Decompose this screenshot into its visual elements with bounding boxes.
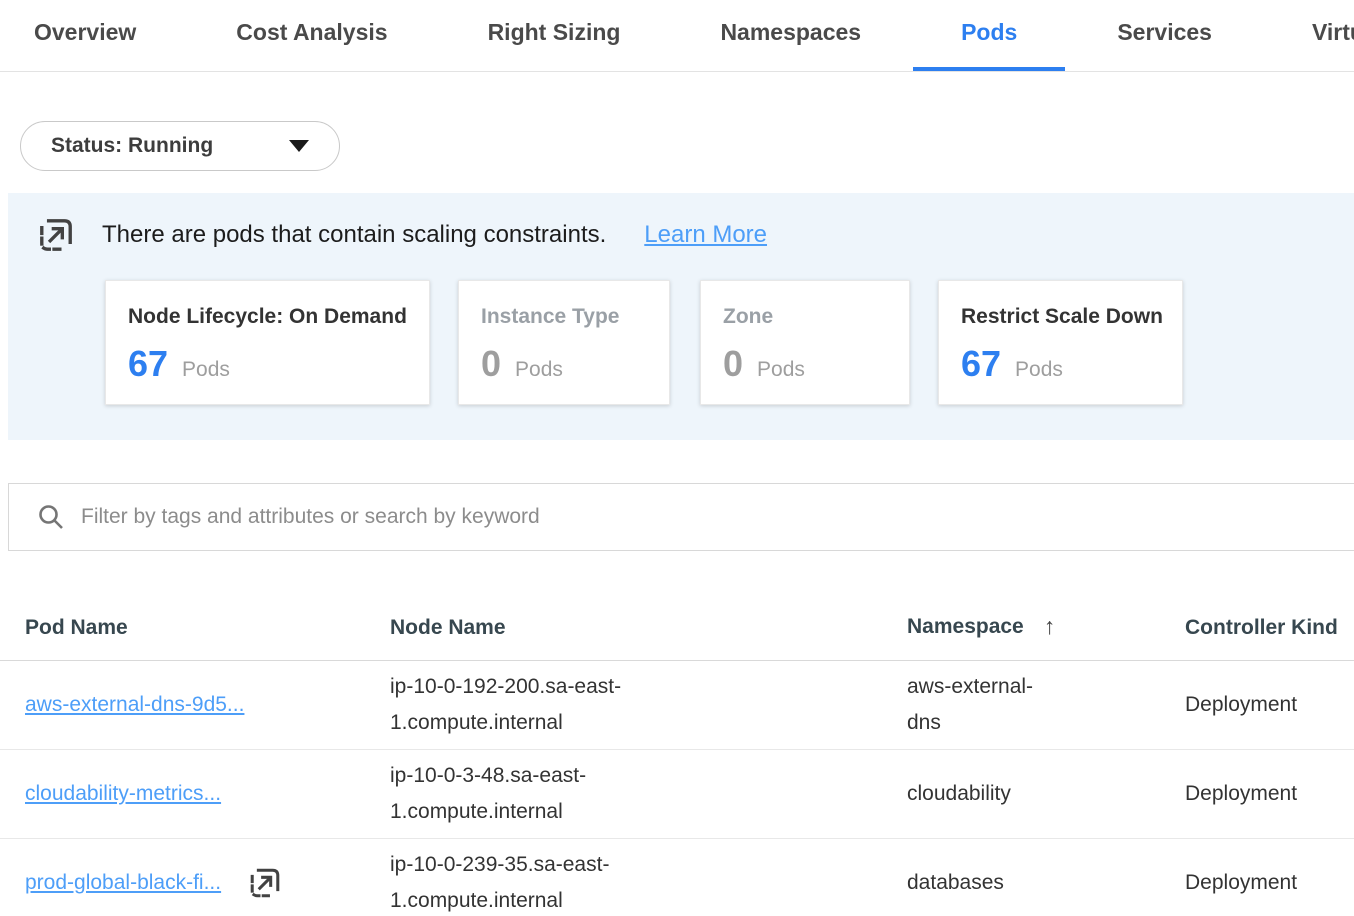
status-filter-label: Status: Running bbox=[51, 134, 213, 158]
card-unit-label: Pods bbox=[182, 358, 230, 382]
filter-search-bar bbox=[8, 483, 1354, 551]
tab-virtu[interactable]: Virtu bbox=[1312, 0, 1354, 71]
scale-out-icon bbox=[36, 215, 76, 255]
column-header-node-name[interactable]: Node Name bbox=[390, 616, 907, 640]
node-name-cell: ip-10-0-239-35.sa-east-1.compute.interna… bbox=[390, 839, 907, 916]
tab-pods[interactable]: Pods bbox=[961, 0, 1017, 71]
controller-kind-cell: Deployment bbox=[1185, 857, 1354, 909]
constraint-card[interactable]: Restrict Scale Down 67 Pods bbox=[938, 280, 1183, 405]
status-filter-dropdown[interactable]: Status: Running bbox=[20, 121, 340, 171]
scale-out-icon bbox=[247, 865, 283, 901]
card-title: Node Lifecycle: On Demand bbox=[128, 305, 409, 329]
card-pod-count: 0 bbox=[723, 343, 743, 385]
namespace-cell: aws-external-dns bbox=[907, 661, 1185, 749]
tab-right-sizing[interactable]: Right Sizing bbox=[488, 0, 621, 71]
table-header-row: Pod Name Node Name Namespace ↑ Controlle… bbox=[0, 553, 1354, 661]
table-row: aws-external-dns-9d5... ip-10-0-192-200.… bbox=[0, 661, 1354, 750]
controller-kind-cell: Deployment bbox=[1185, 679, 1354, 731]
card-title: Restrict Scale Down bbox=[961, 305, 1162, 329]
column-header-namespace[interactable]: Namespace ↑ bbox=[907, 613, 1185, 640]
tab-namespaces[interactable]: Namespaces bbox=[720, 0, 861, 71]
column-header-controller-kind[interactable]: Controller Kind bbox=[1185, 616, 1354, 640]
learn-more-link[interactable]: Learn More bbox=[644, 221, 767, 249]
card-unit-label: Pods bbox=[515, 358, 563, 382]
card-title: Zone bbox=[723, 305, 889, 329]
tab-cost-analysis[interactable]: Cost Analysis bbox=[236, 0, 387, 71]
card-unit-label: Pods bbox=[757, 358, 805, 382]
tab-services[interactable]: Services bbox=[1117, 0, 1212, 71]
column-header-pod-name[interactable]: Pod Name bbox=[25, 616, 390, 640]
pod-name-link[interactable]: cloudability-metrics... bbox=[25, 776, 221, 812]
controller-kind-cell: Deployment bbox=[1185, 768, 1354, 820]
card-pod-count: 67 bbox=[961, 343, 1001, 385]
search-icon bbox=[37, 503, 65, 531]
banner-message: There are pods that contain scaling cons… bbox=[102, 221, 606, 249]
card-pod-count: 0 bbox=[481, 343, 501, 385]
search-input[interactable] bbox=[81, 484, 1354, 550]
pods-table: Pod Name Node Name Namespace ↑ Controlle… bbox=[0, 553, 1354, 916]
constraint-card[interactable]: Node Lifecycle: On Demand 67 Pods bbox=[105, 280, 430, 405]
table-row: prod-global-black-fi... ip-10-0-239-35.s… bbox=[0, 839, 1354, 916]
sort-ascending-icon: ↑ bbox=[1044, 613, 1056, 640]
table-row: cloudability-metrics... ip-10-0-3-48.sa-… bbox=[0, 750, 1354, 839]
scaling-constraints-banner: There are pods that contain scaling cons… bbox=[8, 193, 1354, 440]
pods-page: Overview Cost Analysis Right Sizing Namespa… bbox=[0, 0, 1354, 916]
tab-overview[interactable]: Overview bbox=[34, 0, 136, 71]
caret-down-icon bbox=[289, 140, 309, 152]
card-pod-count: 67 bbox=[128, 343, 168, 385]
table-body: aws-external-dns-9d5... ip-10-0-192-200.… bbox=[0, 661, 1354, 916]
pod-name-link[interactable]: prod-global-black-fi... bbox=[25, 865, 221, 901]
card-title: Instance Type bbox=[481, 305, 649, 329]
card-unit-label: Pods bbox=[1015, 358, 1063, 382]
pod-name-link[interactable]: aws-external-dns-9d5... bbox=[25, 687, 244, 723]
node-name-cell: ip-10-0-3-48.sa-east-1.compute.internal bbox=[390, 750, 907, 838]
top-tab-bar: Overview Cost Analysis Right Sizing Namespa… bbox=[0, 0, 1354, 72]
constraint-card[interactable]: Instance Type 0 Pods bbox=[458, 280, 670, 405]
namespace-cell: cloudability bbox=[907, 768, 1185, 820]
namespace-cell: databases bbox=[907, 857, 1185, 909]
constraint-card[interactable]: Zone 0 Pods bbox=[700, 280, 910, 405]
node-name-cell: ip-10-0-192-200.sa-east-1.compute.intern… bbox=[390, 661, 907, 749]
